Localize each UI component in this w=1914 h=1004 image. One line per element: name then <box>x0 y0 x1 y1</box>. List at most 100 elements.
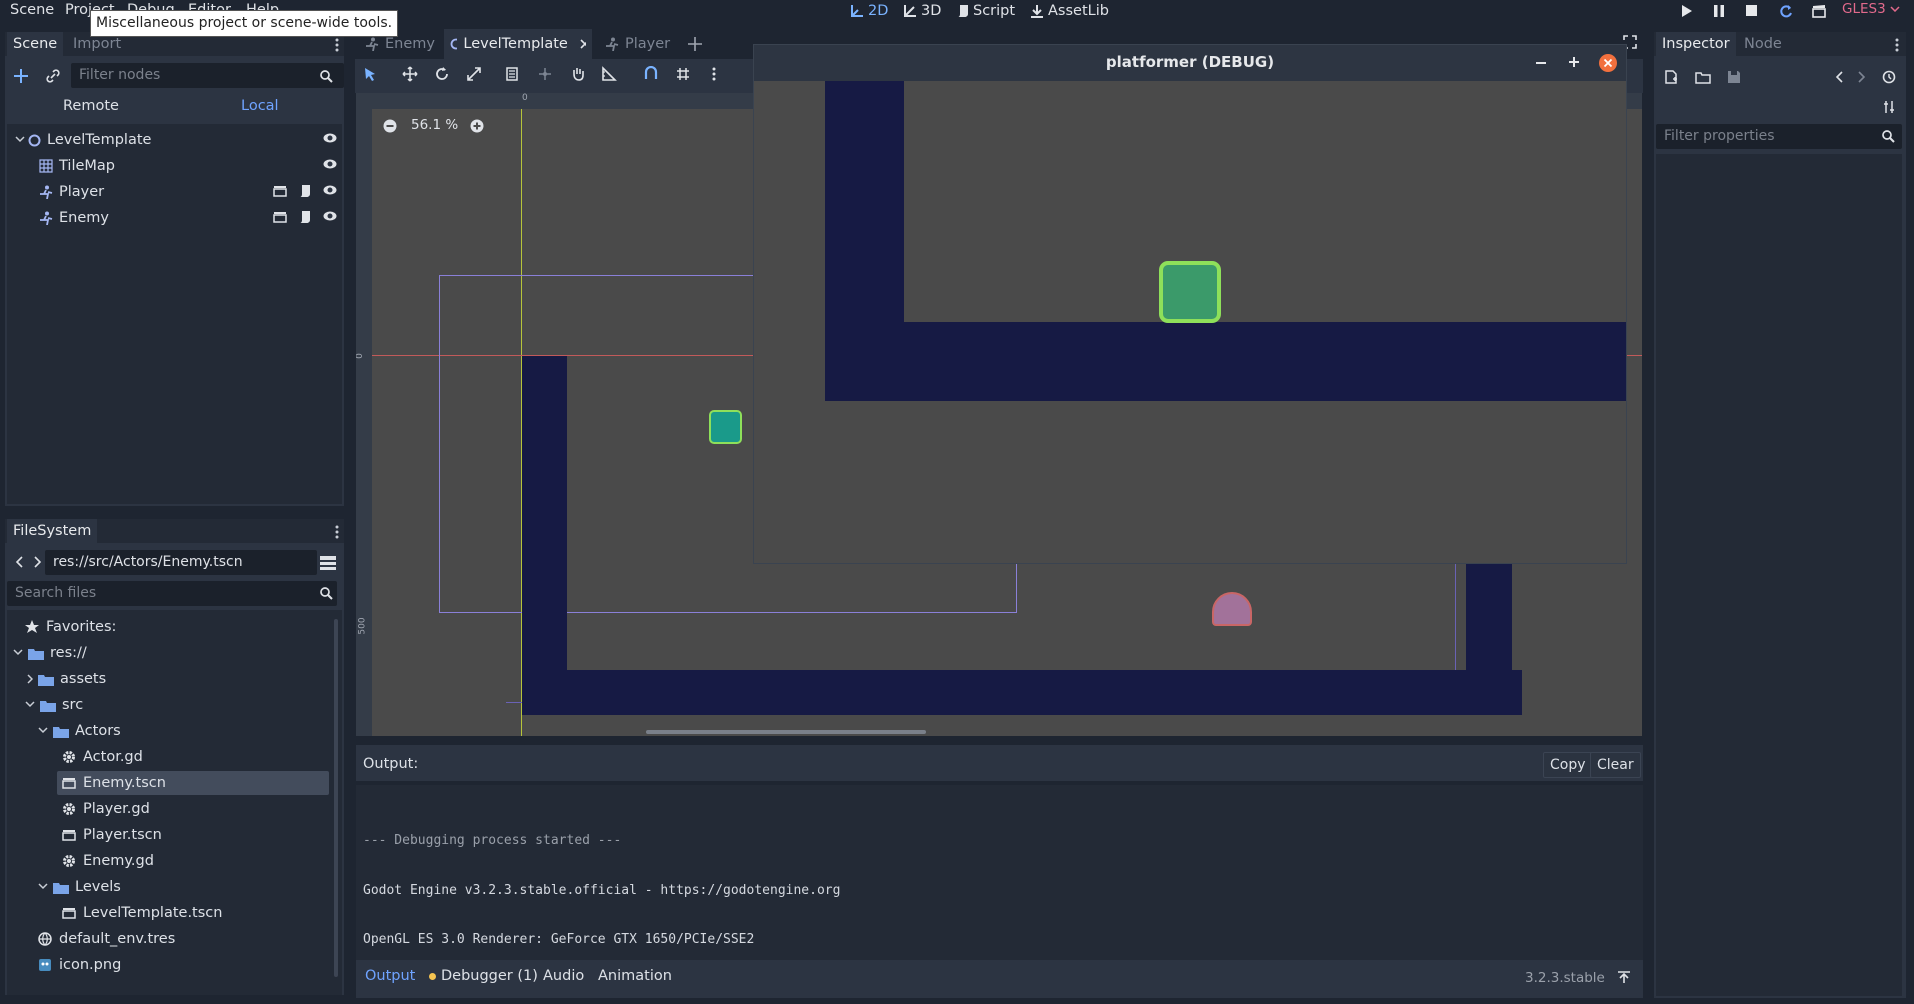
list-item[interactable]: icon.png <box>36 953 121 977</box>
pan-tool[interactable] <box>568 64 588 84</box>
tab-debugger[interactable]: Debugger (1) <box>429 968 538 984</box>
history-icon[interactable] <box>1882 70 1896 84</box>
pause-button[interactable] <box>1710 2 1728 19</box>
tools-icon[interactable] <box>1883 100 1895 114</box>
link-icon[interactable] <box>46 69 60 83</box>
more-options-button[interactable] <box>704 64 724 84</box>
path-field[interactable]: res://src/Actors/Enemy.tscn <box>45 550 317 575</box>
list-item[interactable]: Levels <box>38 875 121 899</box>
minimize-icon[interactable] <box>1536 62 1546 65</box>
list-item[interactable]: res:// <box>13 641 87 665</box>
zoom-level[interactable]: 56.1 % <box>411 117 458 133</box>
open-folder-icon[interactable] <box>1695 71 1711 84</box>
kebab-menu-icon[interactable] <box>1895 38 1899 52</box>
copy-button[interactable]: Copy <box>1543 752 1593 778</box>
tab-filesystem[interactable]: FileSystem <box>7 519 98 543</box>
tab-output[interactable]: Output <box>365 968 415 984</box>
list-item[interactable]: LevelTemplate.tscn <box>60 901 222 925</box>
tab-inspector[interactable]: Inspector <box>1656 32 1736 56</box>
visibility-eye-icon[interactable] <box>323 159 337 169</box>
new-resource-icon[interactable] <box>1664 70 1678 84</box>
play-scene-button[interactable] <box>1777 2 1795 19</box>
workspace-2d-button[interactable]: 2D <box>850 0 888 21</box>
list-item[interactable]: Enemy.tscn <box>57 771 329 795</box>
workspace-script-button[interactable]: Script <box>957 0 1015 21</box>
tree-node-leveltemplate[interactable]: LevelTemplate <box>15 128 340 152</box>
list-item[interactable]: Player.tscn <box>60 823 162 847</box>
enemy-sprite[interactable] <box>1212 592 1252 626</box>
split-view-icon[interactable] <box>319 555 337 571</box>
tab-scene[interactable]: Scene <box>7 32 64 56</box>
menu-scene[interactable]: Scene <box>10 0 54 21</box>
player-sprite[interactable] <box>709 410 742 444</box>
forward-arrow-icon[interactable] <box>34 556 42 568</box>
tab-audio[interactable]: Audio <box>543 968 584 984</box>
script-icon[interactable] <box>299 184 311 198</box>
workspace-assetlib-label: AssetLib <box>1048 2 1109 19</box>
ruler-tool[interactable] <box>599 64 619 84</box>
stop-button[interactable] <box>1742 2 1760 19</box>
visibility-eye-icon[interactable] <box>323 185 337 195</box>
play-custom-scene-button[interactable] <box>1810 2 1828 19</box>
list-item[interactable]: Actor.gd <box>60 745 143 769</box>
workspace-3d-button[interactable]: 3D <box>903 0 941 21</box>
list-item[interactable]: Favorites: <box>23 615 116 639</box>
tab-leveltemplate[interactable]: LevelTemplate <box>444 29 592 59</box>
move-tool[interactable] <box>400 64 420 84</box>
list-item[interactable]: assets <box>27 667 106 691</box>
list-item[interactable]: default_env.tres <box>36 927 175 951</box>
zoom-in-icon[interactable] <box>470 119 484 133</box>
local-tab[interactable]: Local <box>241 98 279 114</box>
back-arrow-icon[interactable] <box>1835 71 1843 83</box>
chevron-down-icon[interactable] <box>15 136 25 144</box>
rotate-tool[interactable] <box>432 64 452 84</box>
scale-tool[interactable] <box>464 64 484 84</box>
scrollbar[interactable] <box>334 619 338 977</box>
tab-animation[interactable]: Animation <box>598 968 672 984</box>
pivot-tool[interactable] <box>535 64 555 84</box>
expand-panel-icon[interactable] <box>1617 971 1631 984</box>
folder-icon <box>53 882 69 894</box>
tab-player[interactable]: Player <box>599 29 676 59</box>
workspace-assetlib-button[interactable]: AssetLib <box>1030 0 1109 21</box>
close-icon[interactable] <box>580 39 586 49</box>
game-canvas[interactable] <box>754 81 1626 563</box>
tree-node-player[interactable]: Player <box>15 180 340 204</box>
grid-snap-toggle[interactable] <box>673 64 693 84</box>
smart-snap-toggle[interactable] <box>641 64 661 84</box>
node2d-icon <box>28 134 41 146</box>
tree-node-tilemap[interactable]: TileMap <box>15 154 340 178</box>
list-item[interactable]: Player.gd <box>60 797 150 821</box>
filter-nodes-input[interactable]: Filter nodes <box>71 63 344 88</box>
play-button[interactable] <box>1678 2 1696 19</box>
list-item[interactable]: src <box>25 693 83 717</box>
game-debug-window[interactable]: platformer (DEBUG) <box>753 44 1627 564</box>
maximize-icon[interactable] <box>1569 57 1579 67</box>
zoom-out-icon[interactable] <box>383 119 397 133</box>
tree-node-enemy[interactable]: Enemy <box>15 206 340 230</box>
clear-button[interactable]: Clear <box>1590 752 1641 778</box>
script-icon[interactable] <box>299 210 311 224</box>
add-tab-icon[interactable] <box>688 37 702 51</box>
list-item[interactable]: Actors <box>38 719 121 743</box>
back-arrow-icon[interactable] <box>15 556 23 568</box>
save-icon[interactable] <box>1727 70 1741 84</box>
add-node-icon[interactable] <box>14 69 28 83</box>
close-icon[interactable] <box>1599 54 1617 72</box>
visibility-eye-icon[interactable] <box>323 211 337 221</box>
select-tool[interactable] <box>360 64 380 84</box>
search-files-input[interactable]: Search files <box>7 581 337 606</box>
list-select-tool[interactable] <box>503 64 523 84</box>
renderer-select[interactable]: GLES3 <box>1842 1 1900 17</box>
forward-arrow-icon[interactable] <box>1858 71 1866 83</box>
filter-properties-input[interactable]: Filter properties <box>1656 124 1902 149</box>
list-item[interactable]: Enemy.gd <box>60 849 154 873</box>
open-scene-icon[interactable] <box>273 211 287 223</box>
remote-tab[interactable]: Remote <box>63 98 119 114</box>
open-scene-icon[interactable] <box>273 185 287 197</box>
kebab-menu-icon[interactable] <box>335 525 339 539</box>
horizontal-scrollbar[interactable] <box>646 730 926 734</box>
kebab-menu-icon[interactable] <box>335 38 339 52</box>
tab-node[interactable]: Node <box>1738 32 1788 56</box>
visibility-eye-icon[interactable] <box>323 133 337 143</box>
